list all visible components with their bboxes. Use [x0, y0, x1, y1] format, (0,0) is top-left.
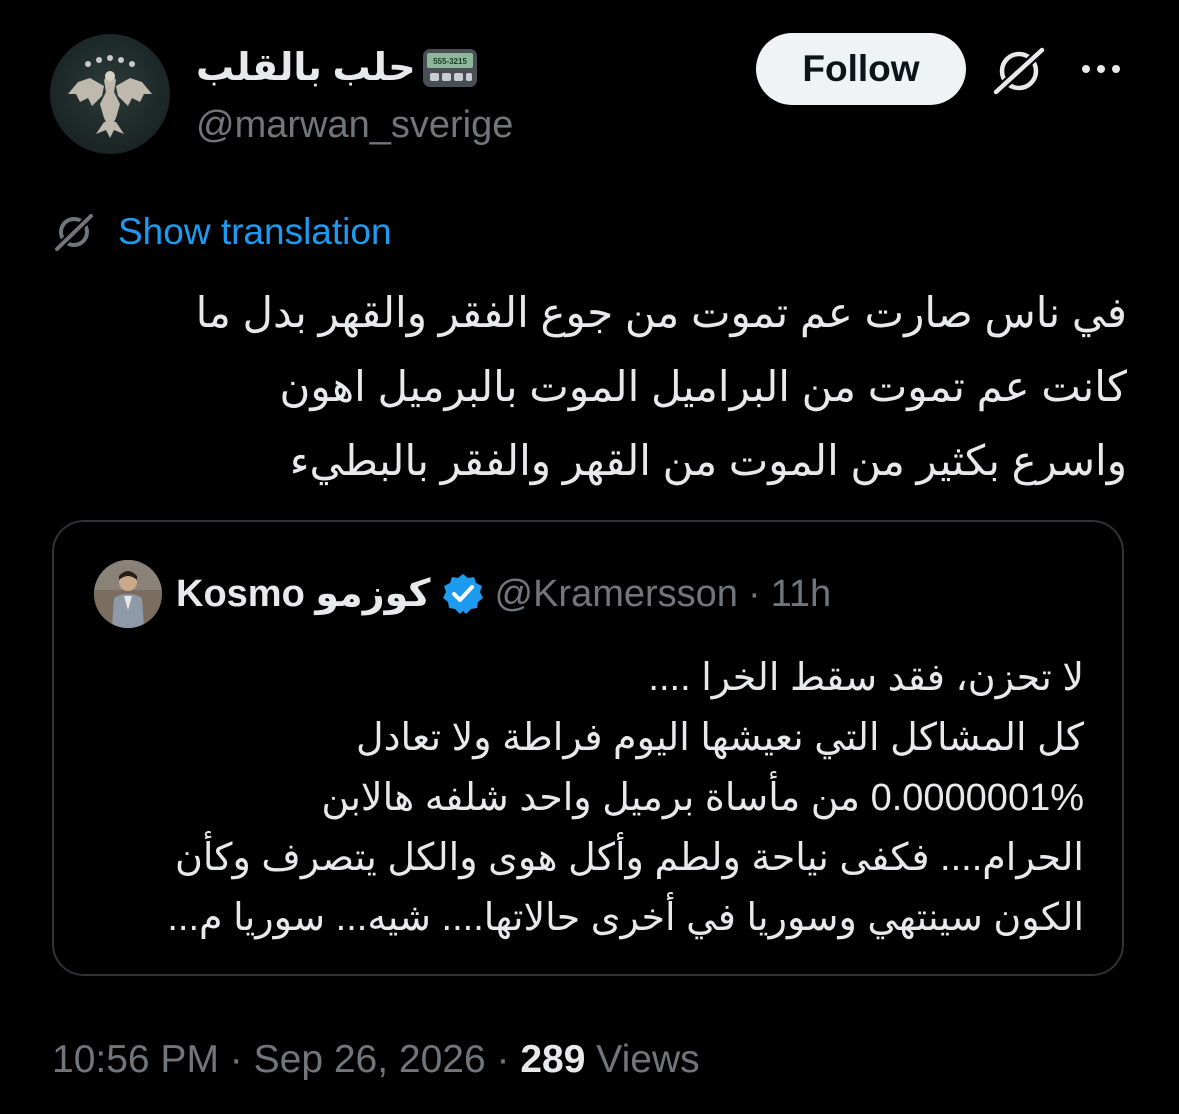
- views-count: 289: [520, 1038, 586, 1081]
- follow-button[interactable]: Follow: [756, 33, 966, 105]
- tweet-meta-row: 10:56 PM · Sep 26, 2026 · 289 Views: [52, 1032, 700, 1088]
- quoted-line: كل المشاكل التي نعيشها اليوم فراطة ولا ت…: [356, 717, 1084, 759]
- quoted-avatar-image: [94, 560, 162, 628]
- tweet-line: في ناس صارت عم تموت من جوع الفقر والقهر …: [195, 289, 1127, 336]
- pager-screen-text: 555-3215: [433, 57, 467, 66]
- translate-icon: [52, 211, 96, 254]
- quoted-tweet-card[interactable]: Kosmo كوزمو @Kramersson · 11h لا تحزن، ف…: [52, 520, 1124, 976]
- verified-badge-icon: [442, 574, 483, 614]
- quoted-author-handle[interactable]: @Kramersson: [495, 568, 738, 620]
- more-icon[interactable]: [1078, 56, 1124, 82]
- quoted-tweet-text: لا تحزن، فقد سقط الخرا .... كل المشاكل ا…: [84, 648, 1084, 948]
- grok-icon[interactable]: [990, 42, 1048, 100]
- quoted-separator: ·: [747, 573, 761, 615]
- meta-separator: ·: [229, 1038, 243, 1081]
- tweet-line: واسرع بكثير من الموت من القهر والفقر بال…: [289, 437, 1127, 484]
- meta-separator: ·: [496, 1038, 510, 1081]
- tweet-date[interactable]: Sep 26, 2026: [254, 1038, 486, 1081]
- author-name-text: حلب بالقلب: [196, 47, 416, 89]
- quoted-line: 0.0000001% من مأساة برميل واحد شلفه هالا…: [321, 777, 1084, 819]
- quoted-author-avatar[interactable]: [94, 560, 162, 628]
- author-display-name[interactable]: حلب بالقلب 555-3215: [196, 42, 478, 94]
- views-label: Views: [596, 1038, 700, 1081]
- tweet-line: كانت عم تموت من البراميل الموت بالبرميل …: [279, 363, 1127, 410]
- tweet-time[interactable]: 10:56 PM: [52, 1038, 219, 1081]
- author-avatar[interactable]: [50, 34, 170, 154]
- eagle-emblem-icon: [68, 55, 152, 138]
- quoted-line: الكون سينتهي وسوريا في أخرى حالاتها.... …: [167, 897, 1084, 939]
- quoted-line: الحرام.... فكفى نياحة ولطم وأكل هوى والك…: [174, 837, 1084, 879]
- quoted-timestamp[interactable]: 11h: [771, 568, 832, 620]
- quoted-author-name[interactable]: Kosmo كوزمو: [176, 568, 431, 620]
- pager-icon: 555-3215: [422, 49, 477, 87]
- tweet-text: في ناس صارت عم تموت من جوع الفقر والقهر …: [37, 276, 1127, 498]
- author-handle[interactable]: @marwan_sverige: [196, 100, 513, 150]
- show-translation-row[interactable]: Show translation: [52, 208, 392, 256]
- show-translation-link[interactable]: Show translation: [118, 208, 392, 256]
- quoted-tweet-header: Kosmo كوزمو @Kramersson · 11h: [176, 568, 831, 620]
- quoted-line: لا تحزن، فقد سقط الخرا ....: [648, 657, 1084, 699]
